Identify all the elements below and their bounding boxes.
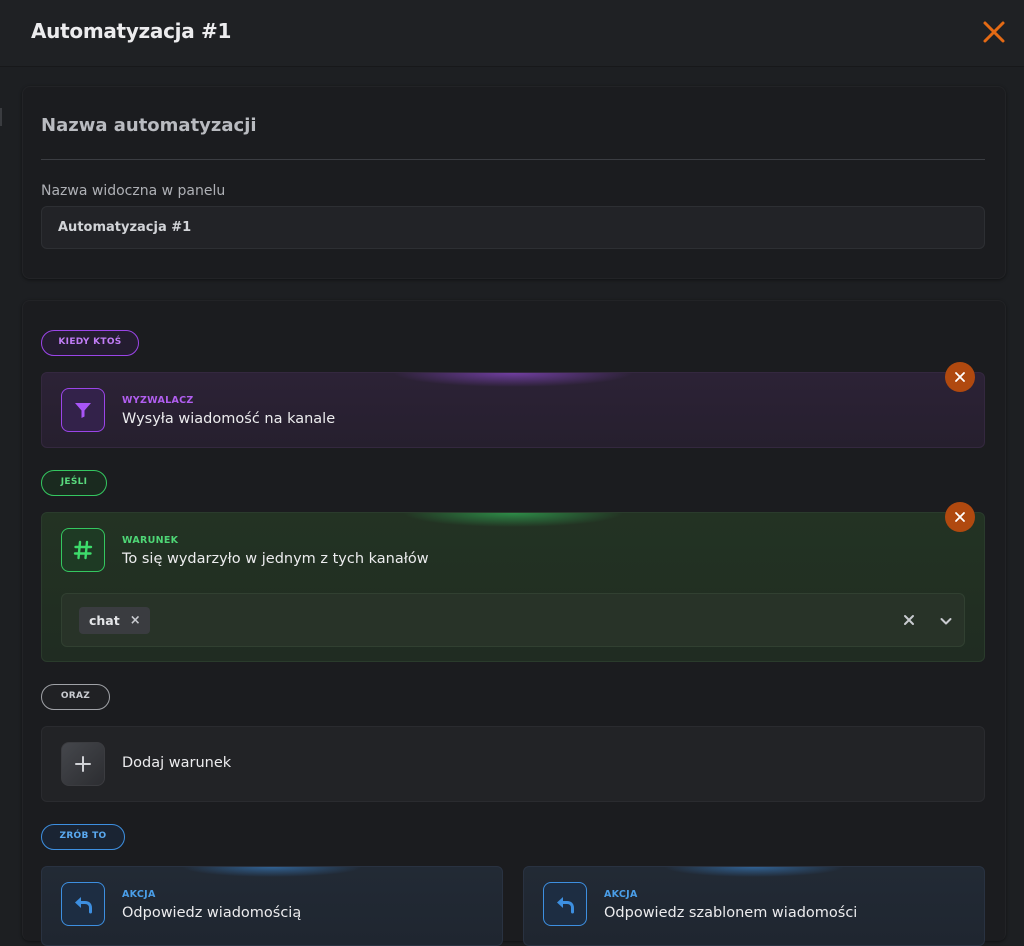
add-condition-label: Dodaj warunek <box>122 755 232 771</box>
name-field-label: Nazwa widoczna w panelu <box>41 183 226 199</box>
reply-icon <box>543 882 587 926</box>
reply-icon <box>61 882 105 926</box>
and-pill: ORAZ <box>41 684 110 710</box>
automation-name-input[interactable]: Automatyzacja #1 <box>41 206 985 249</box>
trigger-description: Wysyła wiadomość na kanale <box>122 411 336 427</box>
scroll-notch <box>0 108 2 126</box>
modal-title: Automatyzacja #1 <box>31 19 232 43</box>
trigger-block[interactable]: WYZWALACZ Wysyła wiadomość na kanale <box>41 372 985 448</box>
remove-trigger-button[interactable] <box>945 362 975 392</box>
channel-select[interactable]: chat × <box>61 593 965 647</box>
action-label: AKCJA <box>604 889 638 900</box>
action-description: Odpowiedz szablonem wiadomości <box>604 905 858 921</box>
modal-header: Automatyzacja #1 <box>0 0 1024 67</box>
action-description: Odpowiedz wiadomością <box>122 905 302 921</box>
section-divider <box>41 159 985 160</box>
trigger-label: WYZWALACZ <box>122 395 194 406</box>
when-pill: KIEDY KTOŚ <box>41 330 139 356</box>
chevron-down-icon[interactable] <box>936 611 956 631</box>
clear-selection-icon[interactable] <box>899 610 919 630</box>
hash-icon <box>61 528 105 572</box>
condition-label: WARUNEK <box>122 535 179 546</box>
condition-block: WARUNEK To się wydarzyło w jednym z tych… <box>41 512 985 662</box>
action-card-reply-message[interactable]: AKCJA Odpowiedz wiadomością <box>41 866 503 946</box>
add-condition-button[interactable]: Dodaj warunek <box>41 726 985 802</box>
plus-icon <box>61 742 105 786</box>
name-section-title: Nazwa automatyzacji <box>41 115 257 136</box>
remove-condition-button[interactable] <box>945 502 975 532</box>
if-pill: JEŚLI <box>41 470 107 496</box>
close-icon[interactable] <box>980 18 1008 46</box>
remove-chip-icon[interactable]: × <box>130 613 141 628</box>
filter-icon <box>61 388 105 432</box>
action-card-reply-template[interactable]: AKCJA Odpowiedz szablonem wiadomości <box>523 866 985 946</box>
channel-chip-label: chat <box>89 613 120 628</box>
condition-description: To się wydarzyło w jednym z tych kanałów <box>122 551 429 567</box>
name-card: Nazwa automatyzacji Nazwa widoczna w pan… <box>22 86 1006 279</box>
close-icon <box>955 372 965 382</box>
close-icon <box>955 512 965 522</box>
channel-chip: chat × <box>79 607 150 634</box>
do-pill: ZRÓB TO <box>41 824 125 850</box>
action-label: AKCJA <box>122 889 156 900</box>
